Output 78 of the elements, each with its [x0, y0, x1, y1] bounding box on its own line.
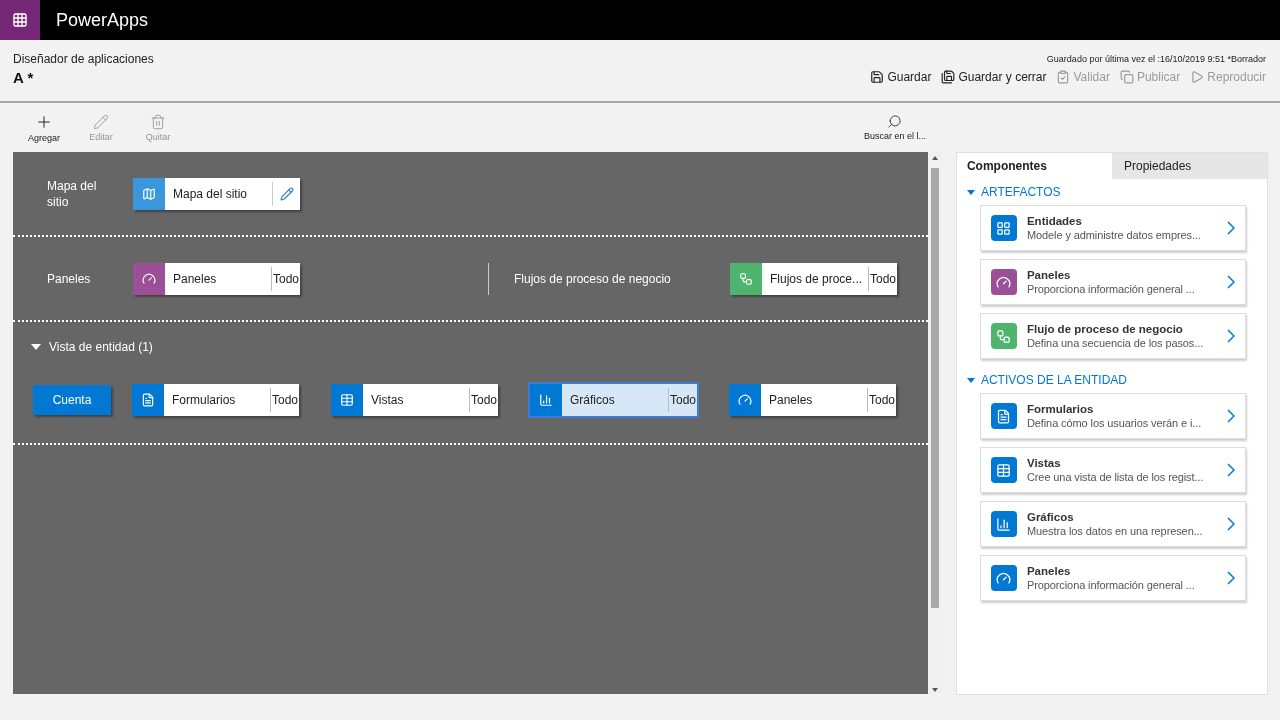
card-description: Proporciona información general ... — [1026, 579, 1196, 591]
chevron-right-icon — [1226, 517, 1235, 531]
component-card[interactable]: Gráficos Muestra los datos en una represen... — [979, 501, 1246, 547]
component-card[interactable]: Flujo de proceso de negocio Defina una secuencia de los pasos... — [979, 313, 1246, 359]
header-action-button[interactable]: Guardar y cerrar — [941, 70, 1047, 84]
component-tile[interactable]: Paneles Todo — [729, 384, 896, 416]
card-description: Cree una vista de lista de los regist... — [1026, 471, 1205, 483]
tile-label: Gráficos — [569, 392, 616, 409]
chevron-right-icon — [1226, 329, 1235, 343]
component-tile[interactable]: Gráficos Todo — [530, 384, 697, 416]
designer-subtitle: Diseñador de aplicaciones — [13, 52, 154, 66]
app-title: PowerApps — [55, 9, 149, 31]
card-description: Defina cómo los usuarios verán e i... — [1026, 417, 1203, 429]
chevron-right-icon — [1226, 409, 1235, 423]
triangle-icon — [31, 344, 41, 350]
card-title: Paneles — [1026, 269, 1072, 281]
tile-label: Formularios — [171, 392, 237, 409]
pencil-icon — [279, 186, 294, 201]
search-button[interactable]: Buscar en el l... — [863, 114, 926, 141]
card-title: Entidades — [1026, 215, 1083, 227]
all-link[interactable]: Todo — [468, 388, 498, 412]
trash-icon — [150, 113, 166, 130]
row-label: Flujos de proceso de negocio — [514, 270, 672, 287]
row-label: Mapa del sitio — [47, 177, 98, 210]
component-card[interactable]: Vistas Cree una vista de lista de los regist... — [979, 447, 1246, 493]
card-description: Defina una secuencia de los pasos... — [1026, 337, 1205, 349]
toolbar-button[interactable]: Agregar — [24, 112, 64, 143]
tile-label: Vistas — [370, 392, 405, 409]
waffle-icon — [12, 12, 28, 28]
chevron-right-icon — [1226, 463, 1235, 477]
search-icon — [887, 114, 903, 129]
tile-label: Mapa del sitio — [172, 185, 249, 203]
component-card[interactable]: Paneles Proporciona información general ... — [979, 555, 1246, 601]
header-action-button[interactable]: Guardar — [870, 70, 932, 84]
chevron-right-icon — [1226, 275, 1235, 289]
card-title: Flujo de proceso de negocio — [1026, 323, 1184, 335]
all-link[interactable]: Todo — [867, 266, 897, 291]
component-card[interactable]: Formularios Defina cómo los usuarios verán e i... — [979, 393, 1246, 439]
pencil-icon — [93, 113, 109, 130]
save-close-icon — [941, 70, 956, 84]
tile-label: Paneles — [768, 392, 814, 409]
entity-view-header[interactable]: Vista de entidad (1) — [31, 340, 928, 354]
component-tile[interactable]: Flujos de proce... Todo — [730, 262, 897, 295]
card-title: Paneles — [1026, 565, 1072, 577]
document-icon — [1119, 70, 1134, 84]
all-link[interactable]: Todo — [866, 388, 896, 412]
card-description: Proporciona información general ... — [1026, 283, 1196, 295]
tile-label: Flujos de proce... — [769, 270, 864, 288]
app-launcher-button[interactable] — [0, 0, 40, 40]
tile-label: Paneles — [172, 270, 218, 288]
component-tile[interactable]: Vistas Todo — [331, 384, 498, 416]
play-icon — [1190, 70, 1205, 84]
component-tile[interactable]: Formularios Todo — [132, 384, 299, 416]
component-tile[interactable]: Paneles Todo — [133, 262, 300, 295]
card-title: Gráficos — [1026, 511, 1075, 523]
group-header[interactable]: ACTIVOS DE LA ENTIDAD — [956, 367, 1127, 393]
group-header[interactable]: ARTEFACTOS — [956, 179, 1061, 205]
component-card[interactable]: Entidades Modele y administre datos empres... — [979, 205, 1246, 251]
app-name: A * — [13, 69, 35, 86]
triangle-icon — [966, 377, 975, 383]
save-icon — [870, 70, 885, 84]
component-card[interactable]: Paneles Proporciona información general ... — [979, 259, 1246, 305]
row-label: Paneles — [47, 270, 92, 287]
card-title: Vistas — [1026, 457, 1062, 469]
entity-button[interactable]: Cuenta — [33, 385, 111, 415]
saved-status: Guardado por última vez el :16/10/2019 9:51 *Borrador — [1046, 53, 1266, 64]
all-link[interactable]: Todo — [667, 388, 697, 412]
panel-tab[interactable]: Propiedades — [1111, 153, 1267, 179]
card-description: Muestra los datos en una represen... — [1026, 525, 1204, 537]
card-title: Formularios — [1026, 403, 1095, 415]
chevron-right-icon — [1226, 571, 1235, 585]
clipboard-icon — [1056, 70, 1071, 84]
all-link[interactable]: Todo — [269, 388, 299, 412]
component-tile[interactable]: Mapa del sitio — [133, 177, 300, 210]
chevron-right-icon — [1226, 221, 1235, 235]
card-description: Modele y administre datos empres... — [1026, 229, 1202, 241]
all-link[interactable]: Todo — [270, 266, 300, 291]
triangle-icon — [966, 189, 975, 195]
